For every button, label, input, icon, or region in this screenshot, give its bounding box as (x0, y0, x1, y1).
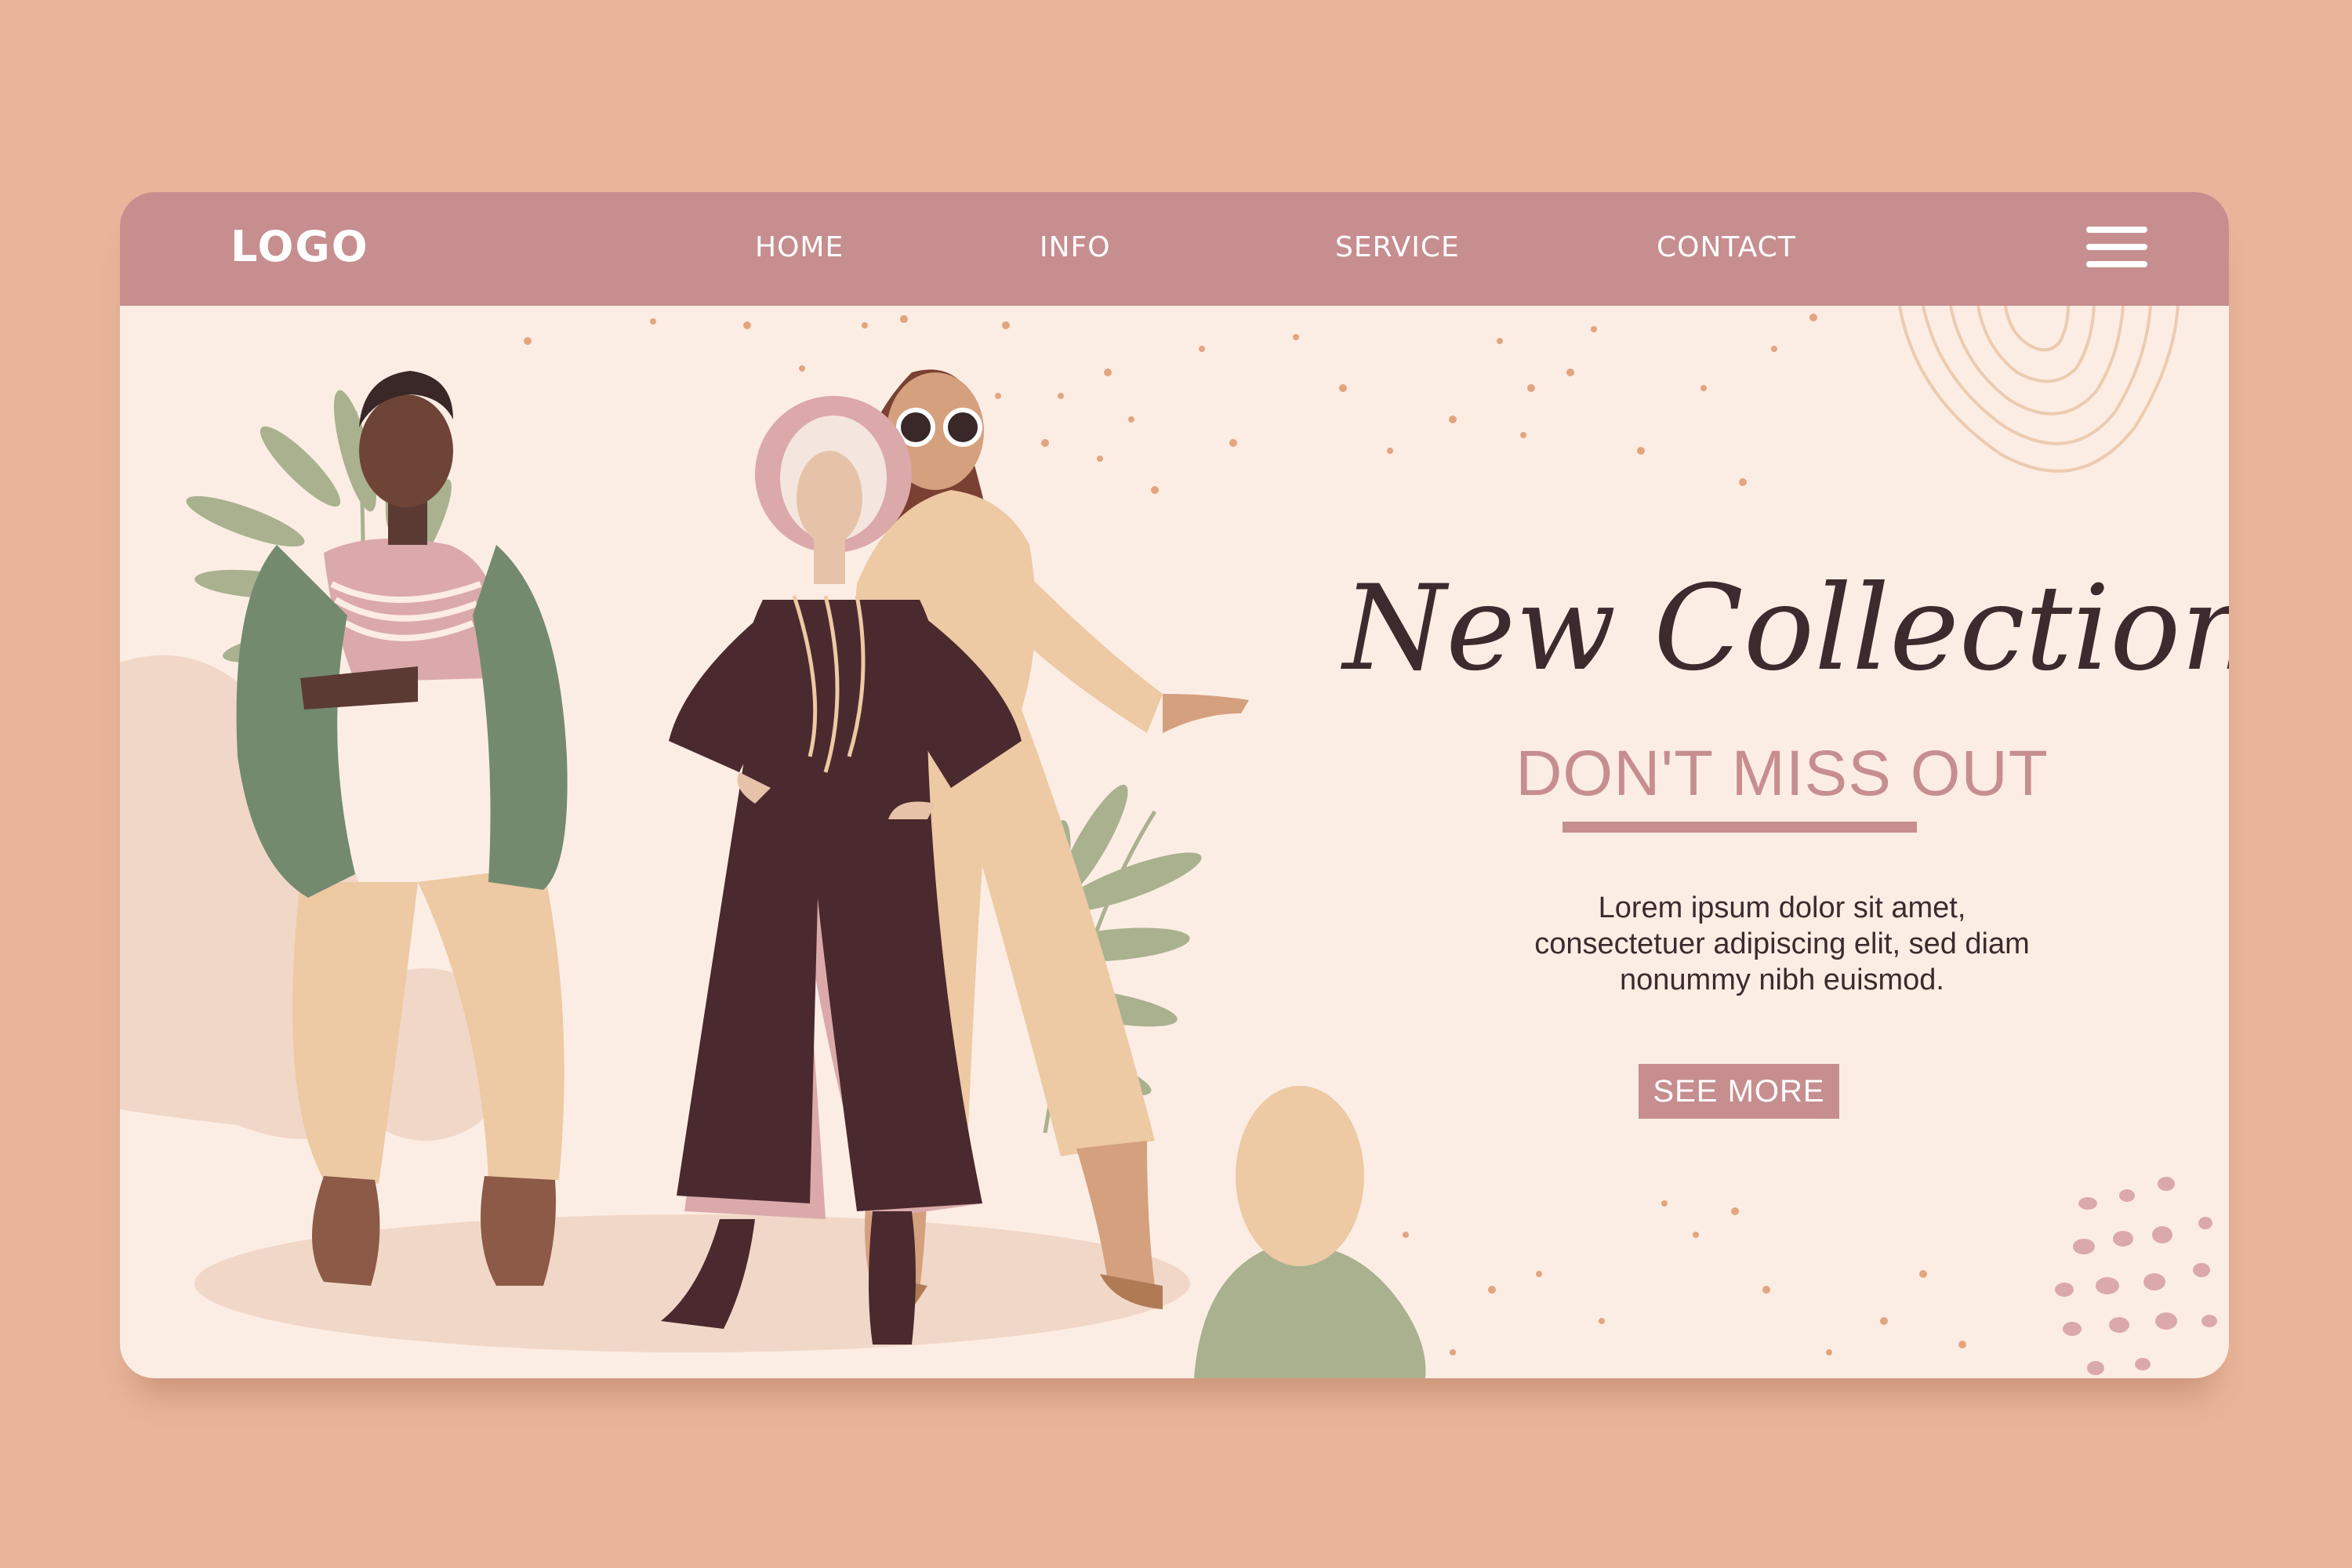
nav-link-home[interactable]: HOME (755, 231, 844, 263)
sunglasses-icon (896, 408, 935, 447)
logo[interactable]: LOGO (230, 222, 369, 271)
hero-description-line: nonummy nibh euismod. (1620, 964, 1944, 996)
hero-description: Lorem ipsum dolor sit amet, consectetuer… (1421, 890, 2143, 998)
menu-line (2086, 261, 2147, 267)
beige-blob (1236, 1086, 1364, 1266)
dots-decoration (2055, 1177, 2217, 1375)
hero-description-line: consectetuer adipiscing elit, sed diam (1534, 927, 2030, 960)
contour-lines-decoration (1898, 305, 2180, 473)
title-divider (1563, 822, 1917, 833)
see-more-button[interactable]: SEE MORE (1639, 1064, 1839, 1119)
nav-link-info[interactable]: INFO (1040, 231, 1111, 263)
menu-line (2086, 227, 2147, 233)
hero-title: New Collection (1343, 561, 2229, 697)
navbar: LOGO HOME INFO SERVICE CONTACT (120, 192, 2229, 306)
hero-description-line: Lorem ipsum dolor sit amet, (1598, 891, 1966, 924)
nav-link-contact[interactable]: CONTACT (1657, 231, 1796, 263)
landing-page-card: LOGO HOME INFO SERVICE CONTACT New Colle… (120, 192, 2229, 1378)
hamburger-menu-icon[interactable] (2086, 227, 2147, 270)
model-figure-left (236, 371, 568, 1286)
menu-line (2086, 244, 2147, 250)
nav-link-service[interactable]: SERVICE (1335, 231, 1460, 263)
hero-subtitle: DON'T MISS OUT (1515, 738, 2049, 809)
